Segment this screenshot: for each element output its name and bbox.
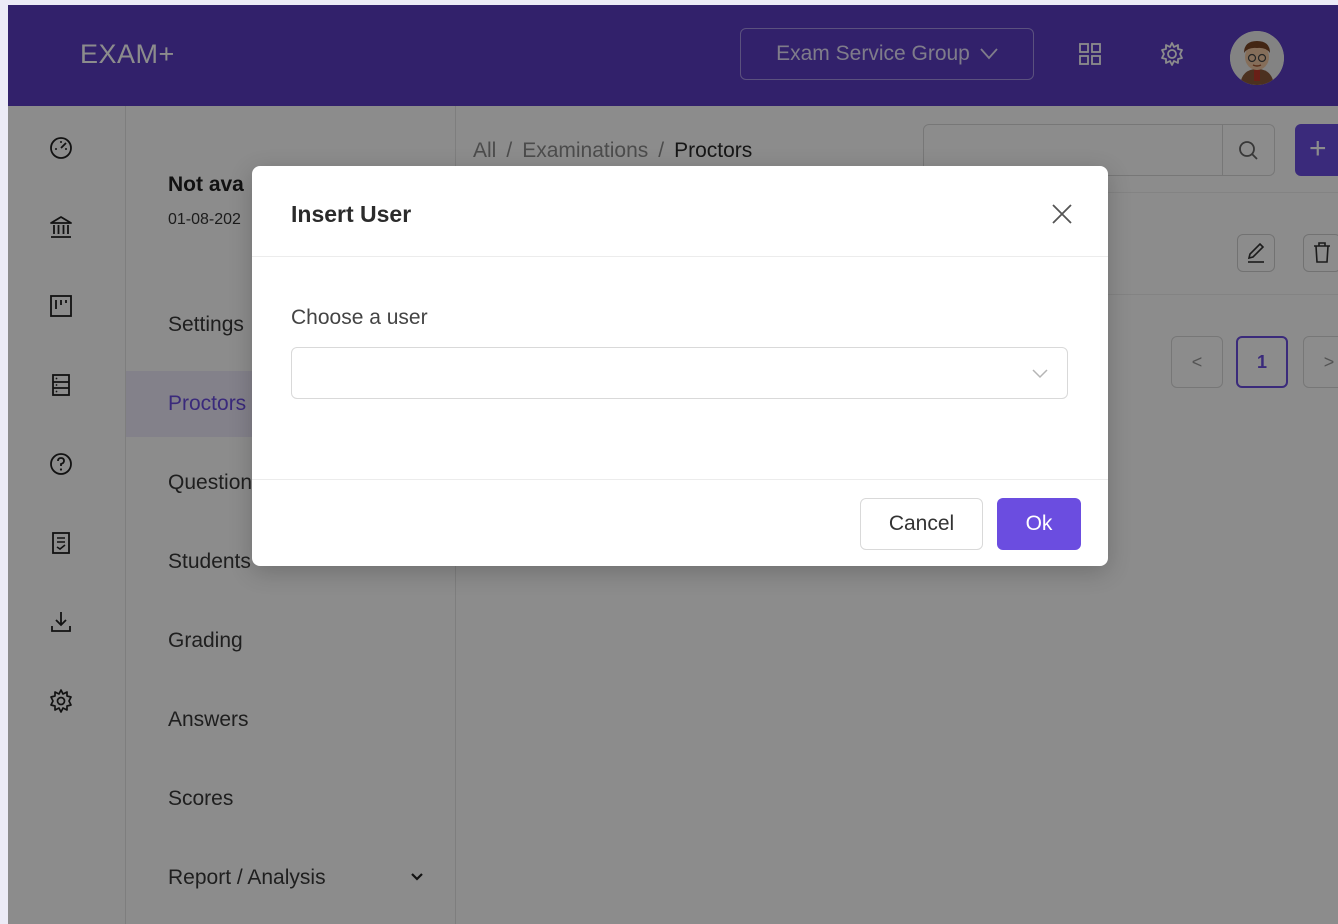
ok-button[interactable]: Ok [997,498,1081,550]
choose-user-label: Choose a user [291,306,428,329]
modal-title: Insert User [291,201,412,227]
chevron-down-icon [1032,369,1048,379]
close-icon[interactable] [1049,201,1075,227]
insert-user-modal: Insert User Choose a user Cancel Ok [252,166,1108,566]
modal-divider [252,479,1108,480]
modal-divider [252,256,1108,257]
cancel-button[interactable]: Cancel [860,498,983,550]
choose-user-select[interactable] [291,347,1068,399]
app-window: EXAM+ Exam Service Group Not ava 01-08-2… [8,5,1338,924]
